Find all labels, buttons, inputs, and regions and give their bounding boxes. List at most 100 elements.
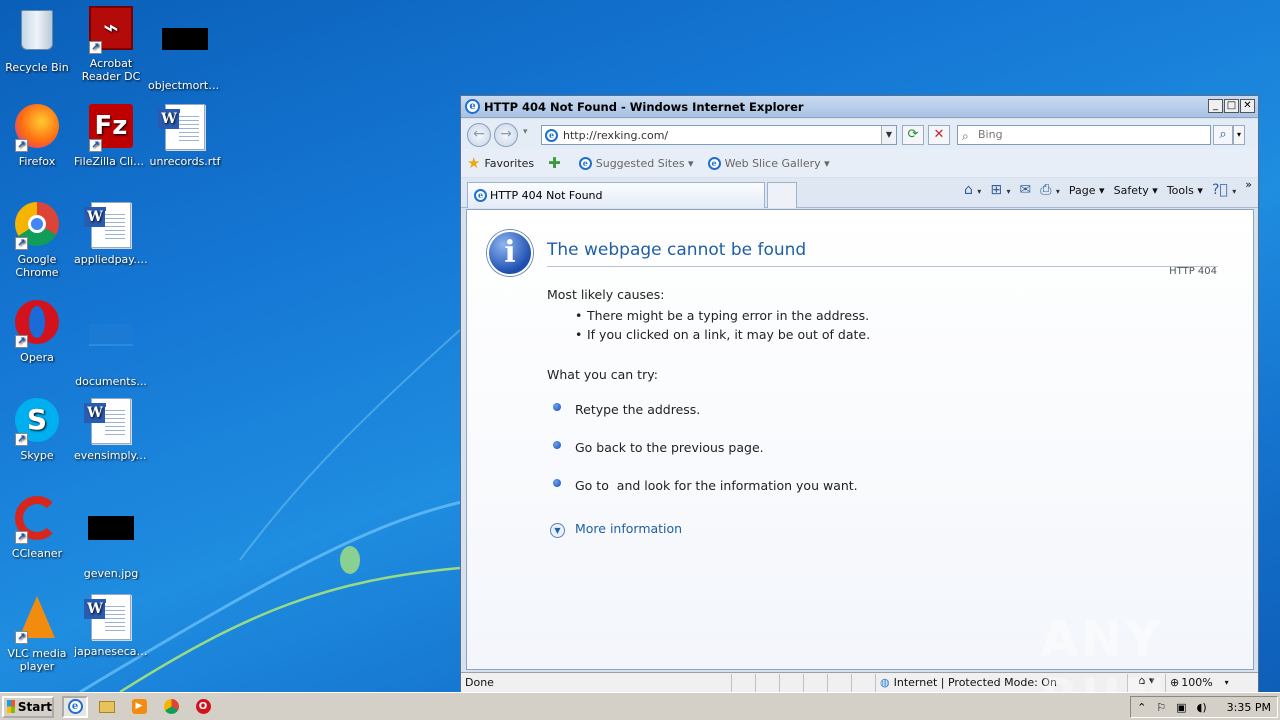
acrobat-icon: ⌁ ↗ — [87, 6, 135, 54]
start-button[interactable]: Start — [2, 695, 54, 718]
firefox-icon: ↗ — [13, 104, 61, 152]
opera-icon: ↗ — [13, 300, 61, 348]
folder-icon — [87, 324, 135, 372]
search-input[interactable]: ⌕ Bing — [957, 125, 1211, 145]
tab-row: e HTTP 404 Not Found ⌂ ▾ ⊞ ▾ ✉ ⎙ ▾ Page … — [461, 178, 1258, 208]
minimize-button[interactable]: _ — [1208, 99, 1223, 113]
ie-titlebar[interactable]: e HTTP 404 Not Found - Windows Internet … — [461, 96, 1258, 118]
chevron-more-icon[interactable]: » — [1245, 178, 1252, 191]
taskbar-media-player-icon[interactable]: ▶ — [126, 696, 152, 718]
close-button[interactable]: ✕ — [1240, 99, 1255, 113]
desktop-icon-japanesecar[interactable]: W japanesecar... — [74, 594, 148, 658]
tab-active[interactable]: e HTTP 404 Not Found — [467, 182, 765, 208]
stop-button[interactable]: ✕ — [928, 125, 950, 145]
desktop-icon-appliedpay[interactable]: W appliedpay.rtf — [74, 202, 148, 266]
action-center-flag-icon[interactable]: ⚐ — [1156, 701, 1166, 714]
navigation-bar: ← → ▾ e http://rexking.com/ ▼ ⟳ ✕ ⌕ Bing… — [461, 119, 1258, 149]
volume-icon[interactable]: ◖) — [1197, 701, 1207, 714]
desktop-icon-opera[interactable]: ↗ Opera — [0, 300, 74, 364]
show-hidden-icons-button[interactable]: ⌃ — [1137, 701, 1146, 714]
page-menu[interactable]: Page ▾ — [1069, 184, 1105, 197]
system-tray: ⌃ ⚐ ▣ ◖) 3:35 PM — [1130, 696, 1278, 718]
desktop-icon-documents[interactable]: documents... — [74, 300, 148, 388]
word-document-icon: W — [158, 104, 209, 152]
desktop-icon-unrecords[interactable]: W unrecords.rtf — [148, 104, 222, 168]
chrome-icon: ↗ — [13, 202, 61, 250]
try-heading: What you can try: — [547, 367, 658, 382]
try-item: Go to and look for the information you w… — [575, 478, 858, 493]
back-button[interactable]: ← — [467, 123, 491, 147]
desktop-icon-filezilla[interactable]: Fz ↗ FileZilla Client — [74, 104, 148, 168]
taskbar-explorer-icon[interactable] — [94, 696, 120, 718]
add-to-favorites-bar-button[interactable]: ✚ — [548, 154, 565, 172]
taskbar: Start e ▶ O ⌃ ⚐ ▣ ◖) 3:35 PM — [0, 692, 1280, 720]
add-favorite-icon: ✚ — [548, 154, 561, 172]
address-bar[interactable]: e http://rexking.com/ ▼ — [541, 125, 897, 145]
page-icon: e — [545, 128, 558, 142]
bullet-dot-icon — [553, 441, 561, 449]
page-title: The webpage cannot be found — [547, 240, 807, 260]
bing-logo-icon: ⌕ — [962, 129, 969, 143]
ie-site-icon: e — [707, 156, 721, 170]
help-icon[interactable]: ?⃝ ▾ — [1212, 182, 1236, 198]
globe-icon: ◍ — [880, 676, 890, 689]
recycle-bin-icon — [13, 10, 61, 58]
try-item: Retype the address. — [575, 402, 701, 417]
desktop-icon-ccleaner[interactable]: ↗ CCleaner — [0, 496, 74, 560]
desktop-icon-firefox[interactable]: ↗ Firefox — [0, 104, 74, 168]
ie-site-icon: e — [578, 156, 592, 170]
skype-icon: S ↗ — [13, 398, 61, 446]
more-information-link[interactable]: More information — [575, 521, 682, 536]
ie-window: e HTTP 404 Not Found - Windows Internet … — [460, 95, 1259, 692]
desktop-icon-evensimply[interactable]: W evensimply.rtf — [74, 398, 148, 462]
desktop-icon-recycle-bin[interactable]: Recycle Bin — [0, 6, 74, 74]
search-options-icon[interactable]: ▾ — [1233, 125, 1245, 145]
desktop-icon-skype[interactable]: S ↗ Skype — [0, 398, 74, 462]
filezilla-icon: Fz ↗ — [87, 104, 135, 152]
search-placeholder: Bing — [978, 128, 1003, 141]
favorites-button[interactable]: ★ Favorites — [467, 154, 534, 172]
word-document-icon: W — [84, 202, 135, 250]
tools-menu[interactable]: Tools ▾ — [1167, 184, 1203, 197]
feeds-icon[interactable]: ⊞ ▾ — [990, 182, 1010, 198]
taskbar-ie-icon[interactable]: e — [62, 695, 88, 718]
clock[interactable]: 3:35 PM — [1227, 701, 1271, 714]
search-button[interactable]: ⌕ — [1213, 125, 1233, 145]
tab-page-icon: e — [474, 189, 487, 202]
desktop-icon-geven[interactable]: geven.jpg — [74, 496, 148, 580]
tab-title: HTTP 404 Not Found — [490, 189, 603, 202]
bullet-dot-icon — [553, 403, 561, 411]
status-text: Done — [465, 676, 494, 689]
title-divider — [547, 266, 1218, 267]
ie-logo-icon: e — [465, 99, 480, 114]
new-tab-button[interactable] — [767, 182, 797, 208]
refresh-button[interactable]: ⟳ — [902, 125, 924, 145]
command-bar: ⌂ ▾ ⊞ ▾ ✉ ⎙ ▾ Page ▾ Safety ▾ Tools ▾ ?⃝… — [964, 178, 1252, 199]
favorites-bar: ★ Favorites ✚ e Suggested Sites ▾ e Web … — [461, 149, 1258, 177]
maximize-button[interactable]: □ — [1224, 99, 1239, 113]
taskbar-chrome-icon[interactable] — [158, 696, 184, 718]
network-icon[interactable]: ▣ — [1176, 701, 1186, 714]
word-document-icon: W — [84, 594, 135, 642]
page-content: i The webpage cannot be found HTTP 404 M… — [466, 209, 1254, 670]
address-dropdown-icon[interactable]: ▼ — [881, 126, 896, 144]
windows-logo-icon — [7, 700, 15, 713]
home-icon[interactable]: ⌂ ▾ — [964, 182, 981, 198]
recent-pages-dropdown-icon[interactable]: ▾ — [523, 127, 528, 137]
suggested-sites-button[interactable]: e Suggested Sites ▾ — [578, 156, 694, 170]
desktop-icon-objectmortg[interactable]: objectmortg... — [148, 6, 222, 92]
desktop-icon-acrobat[interactable]: ⌁ ↗ Acrobat Reader DC — [74, 6, 148, 83]
ccleaner-icon: ↗ — [13, 496, 61, 544]
safety-menu[interactable]: Safety ▾ — [1114, 184, 1158, 197]
taskbar-opera-icon[interactable]: O — [190, 696, 216, 718]
desktop-icon-vlc[interactable]: ↗ VLC media player — [0, 594, 74, 673]
cause-item: There might be a typing error in the add… — [575, 308, 869, 323]
forward-button[interactable]: → — [494, 123, 518, 147]
web-slice-gallery-button[interactable]: e Web Slice Gallery ▾ — [707, 156, 830, 170]
print-icon[interactable]: ⎙ ▾ — [1040, 182, 1060, 198]
expand-chevron-icon[interactable]: ▼ — [550, 523, 565, 538]
read-mail-icon[interactable]: ✉ — [1020, 182, 1032, 198]
causes-heading: Most likely causes: — [547, 287, 665, 302]
desktop-icon-chrome[interactable]: ↗ Google Chrome — [0, 202, 74, 279]
try-item: Go back to the previous page. — [575, 440, 764, 455]
